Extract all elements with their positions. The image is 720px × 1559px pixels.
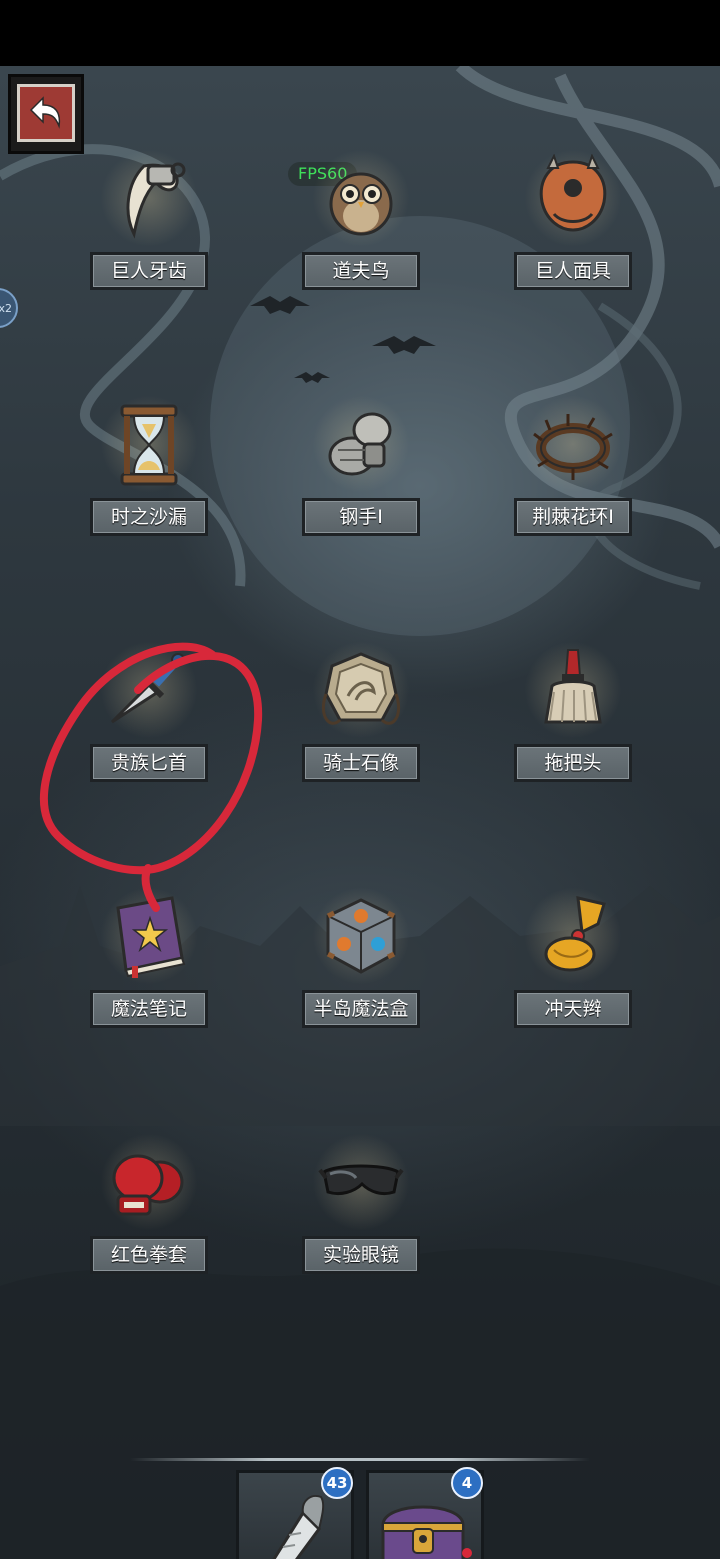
- item-card[interactable]: 冲天辫: [514, 886, 632, 1032]
- knight-statue-icon: [321, 652, 401, 725]
- item-count-badge: 4: [451, 1467, 483, 1499]
- item-name: 巨人牙齿: [90, 252, 208, 290]
- item-name: 实验眼镜: [302, 1236, 420, 1274]
- hourglass-icon: [120, 404, 178, 486]
- red-circle-annotation: [39, 642, 263, 912]
- status-bar: [0, 0, 720, 66]
- item-name: 拖把头: [514, 744, 632, 782]
- item-name: 钢手I: [302, 498, 420, 536]
- item-count-badge: 43: [321, 1467, 353, 1499]
- item-card[interactable]: 红色拳套: [90, 1132, 208, 1278]
- item-name: 道夫鸟: [302, 252, 420, 290]
- item-name: 时之沙漏: [90, 498, 208, 536]
- back-button[interactable]: [8, 74, 84, 154]
- item-name: 冲天辫: [514, 990, 632, 1028]
- giant-mask-icon: [539, 154, 607, 232]
- owl-icon: [329, 172, 393, 236]
- side-indicator-text: x2: [0, 301, 12, 315]
- return-arrow-icon: [29, 96, 61, 129]
- inventory-slot[interactable]: 4: [366, 1467, 484, 1559]
- item-name: 红色拳套: [90, 1236, 208, 1274]
- item-name: 半岛魔法盒: [302, 990, 420, 1028]
- item-name: 巨人面具: [514, 252, 632, 290]
- boxing-glove-icon: [112, 1154, 184, 1216]
- item-card[interactable]: 半岛魔法盒: [302, 886, 420, 1032]
- steel-gauntlet-icon: [328, 412, 392, 476]
- item-name: 骑士石像: [302, 744, 420, 782]
- magic-cube-icon: [326, 898, 396, 974]
- item-card[interactable]: 骑士石像: [302, 640, 420, 786]
- item-card[interactable]: 荆棘花环I: [514, 394, 632, 540]
- item-name: 荆棘花环I: [514, 498, 632, 536]
- item-card[interactable]: 巨人面具: [514, 148, 632, 294]
- item-card[interactable]: 拖把头: [514, 640, 632, 786]
- giant-tooth-icon: [126, 162, 186, 239]
- inventory-slot[interactable]: 43: [236, 1467, 354, 1559]
- item-card[interactable]: 时之沙漏: [90, 394, 208, 540]
- mop-head-icon: [544, 649, 602, 724]
- item-card[interactable]: 实验眼镜: [302, 1132, 420, 1278]
- ponytail-icon: [544, 896, 606, 972]
- thorn-wreath-icon: [533, 414, 613, 480]
- item-card[interactable]: 巨人牙齿: [90, 148, 208, 294]
- item-card[interactable]: 道夫鸟: [302, 148, 420, 294]
- game-screen: x2 FPS60 巨人牙齿 道夫鸟: [0, 0, 720, 1559]
- item-name: 魔法笔记: [90, 990, 208, 1028]
- inventory-divider: [130, 1458, 590, 1461]
- back-button-face[interactable]: [17, 84, 75, 142]
- collection-scene: x2 FPS60 巨人牙齿 道夫鸟: [0, 66, 720, 1559]
- lab-goggles-icon: [318, 1164, 404, 1196]
- item-card[interactable]: 钢手I: [302, 394, 420, 540]
